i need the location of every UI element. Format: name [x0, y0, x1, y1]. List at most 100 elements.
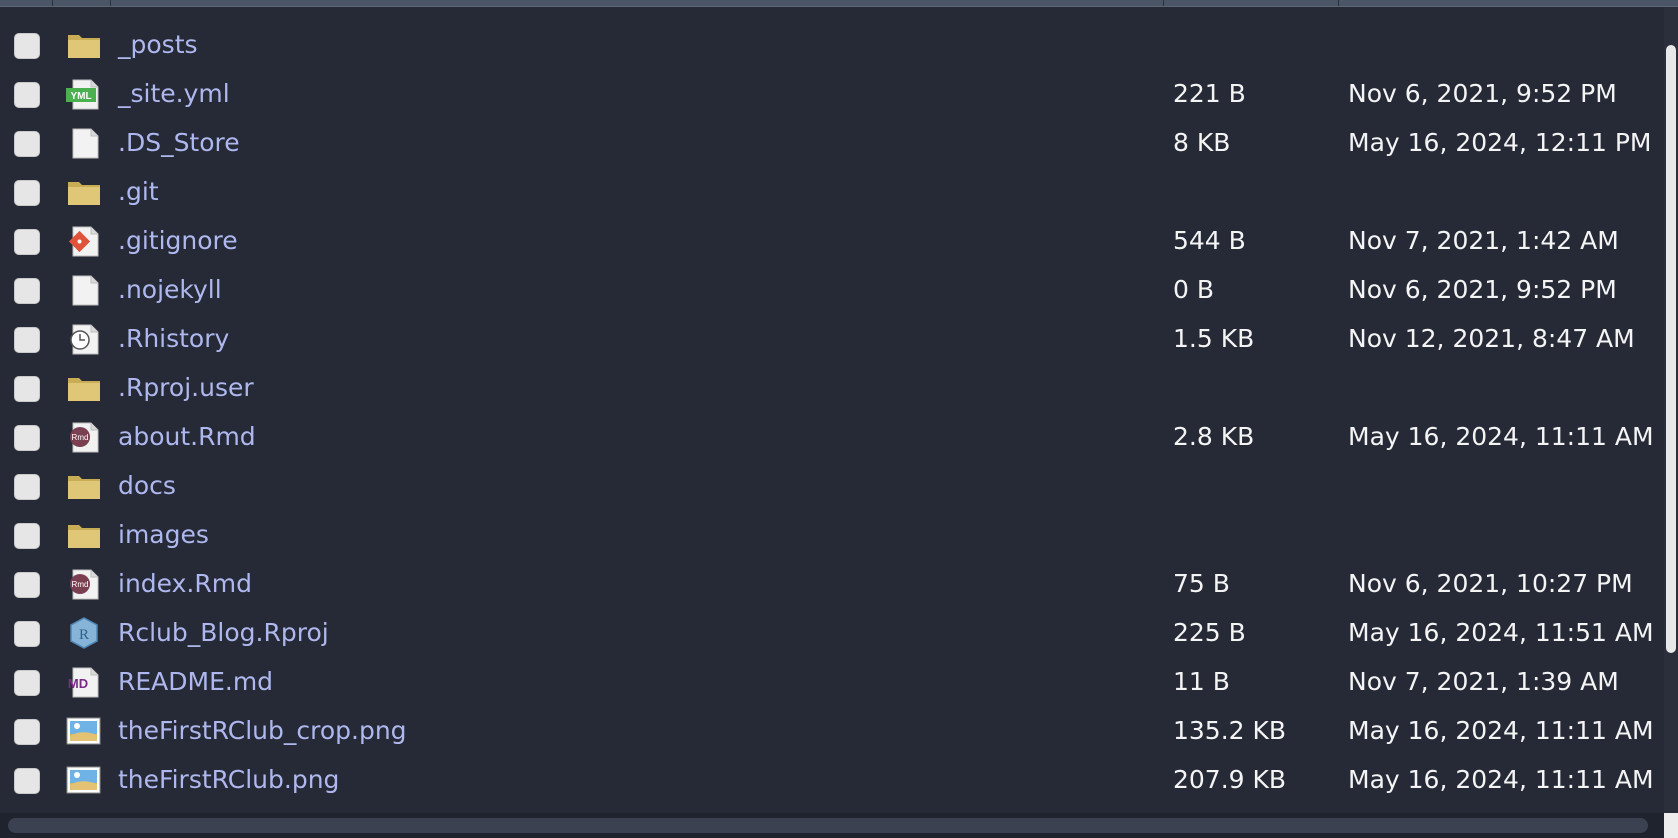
file-name-link[interactable]: .DS_Store [118, 128, 240, 158]
folder-icon [66, 372, 102, 404]
file-modified-date: Nov 7, 2021, 1:39 AM [1348, 667, 1619, 696]
file-row[interactable]: .Rproj.user [0, 364, 1663, 413]
file-row[interactable]: docs [0, 462, 1663, 511]
file-modified-date: May 16, 2024, 11:11 AM [1348, 422, 1654, 451]
file-size: 221 B [1173, 79, 1246, 108]
row-checkbox[interactable] [14, 278, 40, 304]
file-modified-date: May 16, 2024, 11:51 AM [1348, 618, 1654, 647]
history-file-icon [66, 323, 102, 355]
file-size: 544 B [1173, 226, 1246, 255]
row-checkbox[interactable] [14, 719, 40, 745]
git-file-icon [66, 225, 102, 257]
file-row[interactable]: .DS_Store 8 KB May 16, 2024, 12:11 PM [0, 119, 1663, 168]
folder-icon [66, 176, 102, 208]
file-modified-date: Nov 6, 2021, 9:52 PM [1348, 275, 1617, 304]
row-checkbox[interactable] [14, 229, 40, 255]
file-size: 135.2 KB [1173, 716, 1287, 745]
file-name-link[interactable]: Rclub_Blog.Rproj [118, 618, 329, 648]
file-row[interactable]: .git [0, 168, 1663, 217]
file-size: 2.8 KB [1173, 422, 1255, 451]
rmd-file-icon: Rmd [66, 568, 102, 600]
file-size: 75 B [1173, 569, 1230, 598]
horizontal-scroll-thumb[interactable] [8, 818, 1648, 833]
column-divider[interactable] [110, 0, 111, 6]
row-checkbox[interactable] [14, 82, 40, 108]
blank-file-icon [66, 274, 102, 306]
file-name-link[interactable]: about.Rmd [118, 422, 256, 452]
file-modified-date: Nov 7, 2021, 1:42 AM [1348, 226, 1619, 255]
file-row[interactable]: R Rclub_Blog.Rproj 225 B May 16, 2024, 11:5… [0, 609, 1663, 658]
image-file-icon [66, 715, 102, 747]
file-name-link[interactable]: _site.yml [118, 79, 230, 109]
file-size: 225 B [1173, 618, 1246, 647]
file-name-link[interactable]: docs [118, 471, 176, 501]
image-file-icon [66, 764, 102, 796]
file-row[interactable]: Rmd index.Rmd 75 B Nov 6, 2021, 10:27 PM [0, 560, 1663, 609]
file-modified-date: Nov 6, 2021, 9:52 PM [1348, 79, 1617, 108]
svg-text:R: R [79, 627, 89, 643]
file-name-link[interactable]: README.md [118, 667, 273, 697]
row-checkbox[interactable] [14, 180, 40, 206]
file-size: 8 KB [1173, 128, 1231, 157]
file-list: _posts YML _site.yml 221 B Nov 6, 2021, 9:52… [0, 21, 1663, 813]
file-row[interactable]: theFirstRClub_crop.png 135.2 KB May 16, 20… [0, 707, 1663, 756]
file-modified-date: Nov 12, 2021, 8:47 AM [1348, 324, 1635, 353]
scrollbar-corner [1664, 813, 1678, 838]
file-name-link[interactable]: .gitignore [118, 226, 238, 256]
file-row[interactable]: MD README.md 11 B Nov 7, 2021, 1:39 AM [0, 658, 1663, 707]
column-divider[interactable] [1338, 0, 1339, 6]
svg-text:Rmd: Rmd [72, 433, 89, 442]
row-checkbox[interactable] [14, 425, 40, 451]
horizontal-scrollbar[interactable] [0, 813, 1664, 838]
file-name-link[interactable]: theFirstRClub_crop.png [118, 716, 407, 746]
row-checkbox[interactable] [14, 33, 40, 59]
blank-file-icon [66, 127, 102, 159]
file-name-link[interactable]: _posts [118, 30, 198, 60]
file-modified-date: May 16, 2024, 12:11 PM [1348, 128, 1652, 157]
file-modified-date: May 16, 2024, 11:11 AM [1348, 716, 1654, 745]
row-checkbox[interactable] [14, 376, 40, 402]
row-checkbox[interactable] [14, 474, 40, 500]
row-checkbox[interactable] [14, 523, 40, 549]
file-row[interactable]: images [0, 511, 1663, 560]
file-size: 207.9 KB [1173, 765, 1287, 794]
row-checkbox[interactable] [14, 572, 40, 598]
vertical-scroll-thumb[interactable] [1666, 45, 1676, 653]
svg-text:Rmd: Rmd [72, 580, 89, 589]
file-name-link[interactable]: .git [118, 177, 159, 207]
row-checkbox[interactable] [14, 670, 40, 696]
file-row[interactable]: .gitignore 544 B Nov 7, 2021, 1:42 AM [0, 217, 1663, 266]
file-name-link[interactable]: index.Rmd [118, 569, 252, 599]
folder-icon [66, 29, 102, 61]
row-checkbox[interactable] [14, 621, 40, 647]
row-checkbox[interactable] [14, 131, 40, 157]
svg-text:YML: YML [70, 91, 91, 102]
row-checkbox[interactable] [14, 327, 40, 353]
rmd-file-icon: Rmd [66, 421, 102, 453]
file-size: 11 B [1173, 667, 1230, 696]
file-name-link[interactable]: .nojekyll [118, 275, 222, 305]
file-modified-date: May 16, 2024, 11:11 AM [1348, 765, 1654, 794]
file-name-link[interactable]: .Rproj.user [118, 373, 254, 403]
file-row[interactable]: .nojekyll 0 B Nov 6, 2021, 9:52 PM [0, 266, 1663, 315]
folder-icon [66, 519, 102, 551]
file-row[interactable]: theFirstRClub.png 207.9 KB May 16, 2024, 1… [0, 756, 1663, 805]
svg-text:MD: MD [68, 676, 88, 691]
file-name-link[interactable]: theFirstRClub.png [118, 765, 339, 795]
column-divider[interactable] [1163, 0, 1164, 6]
file-row[interactable]: .Rhistory 1.5 KB Nov 12, 2021, 8:47 AM [0, 315, 1663, 364]
rproj-file-icon: R [66, 617, 102, 649]
column-divider[interactable] [52, 0, 53, 6]
markdown-file-icon: MD [66, 666, 102, 698]
file-row[interactable]: _posts [0, 21, 1663, 70]
vertical-scrollbar[interactable] [1664, 7, 1678, 818]
file-row[interactable]: Rmd about.Rmd 2.8 KB May 16, 2024, 11:11 AM [0, 413, 1663, 462]
column-header [0, 0, 1678, 7]
row-checkbox[interactable] [14, 768, 40, 794]
file-modified-date: Nov 6, 2021, 10:27 PM [1348, 569, 1633, 598]
file-row[interactable]: YML _site.yml 221 B Nov 6, 2021, 9:52 PM [0, 70, 1663, 119]
folder-icon [66, 470, 102, 502]
file-name-link[interactable]: .Rhistory [118, 324, 229, 354]
yaml-file-icon: YML [66, 78, 102, 110]
file-name-link[interactable]: images [118, 520, 209, 550]
